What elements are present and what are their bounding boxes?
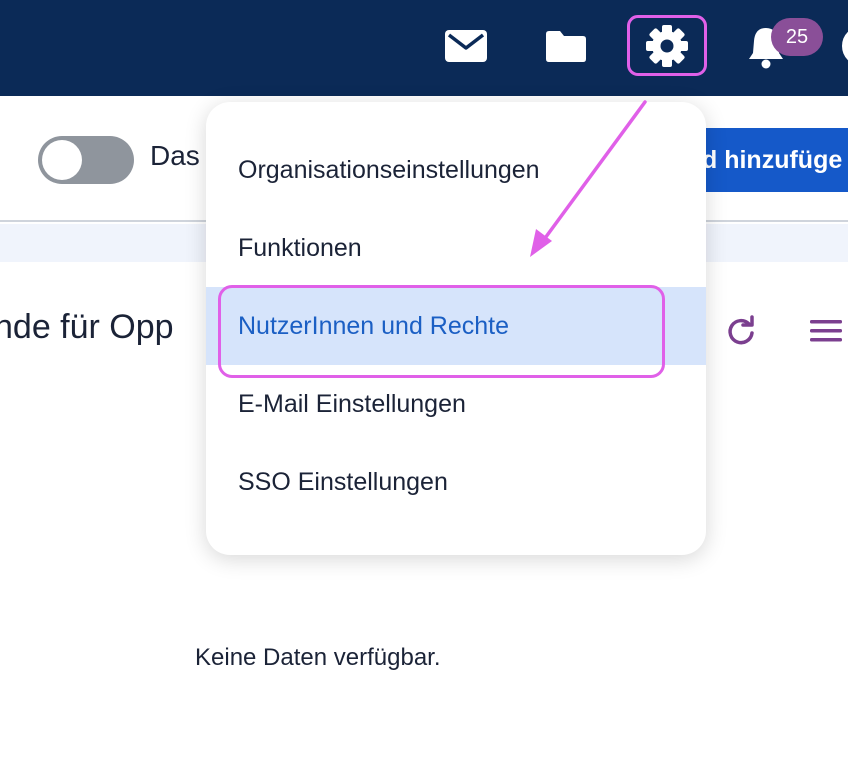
- notification-count-badge: 25: [771, 18, 823, 56]
- menu-item-users-and-rights[interactable]: NutzerInnen und Rechte: [206, 287, 706, 365]
- hamburger-menu-icon[interactable]: [808, 316, 844, 346]
- mail-icon[interactable]: [444, 28, 488, 64]
- settings-dropdown-menu: Organisationseinstellungen Funktionen Nu…: [206, 102, 706, 555]
- folder-icon[interactable]: [543, 28, 589, 64]
- gear-icon: [646, 24, 688, 67]
- view-toggle-switch[interactable]: [38, 136, 134, 184]
- menu-item-email-settings[interactable]: E-Mail Einstellungen: [206, 365, 706, 443]
- section-title: nde für Opp: [0, 308, 174, 346]
- avatar[interactable]: [842, 26, 848, 66]
- add-button[interactable]: d hinzufüge: [700, 128, 848, 192]
- menu-item-sso-settings[interactable]: SSO Einstellungen: [206, 443, 706, 521]
- top-navigation-bar: 25: [0, 0, 848, 96]
- empty-state-message: Keine Daten verfügbar.: [195, 644, 441, 671]
- refresh-icon[interactable]: [724, 314, 758, 348]
- menu-item-functions[interactable]: Funktionen: [206, 209, 706, 287]
- settings-gear-button[interactable]: [627, 15, 707, 76]
- toggle-knob: [42, 140, 82, 180]
- toggle-label: Das: [150, 140, 200, 171]
- menu-item-organisation-settings[interactable]: Organisationseinstellungen: [206, 131, 706, 209]
